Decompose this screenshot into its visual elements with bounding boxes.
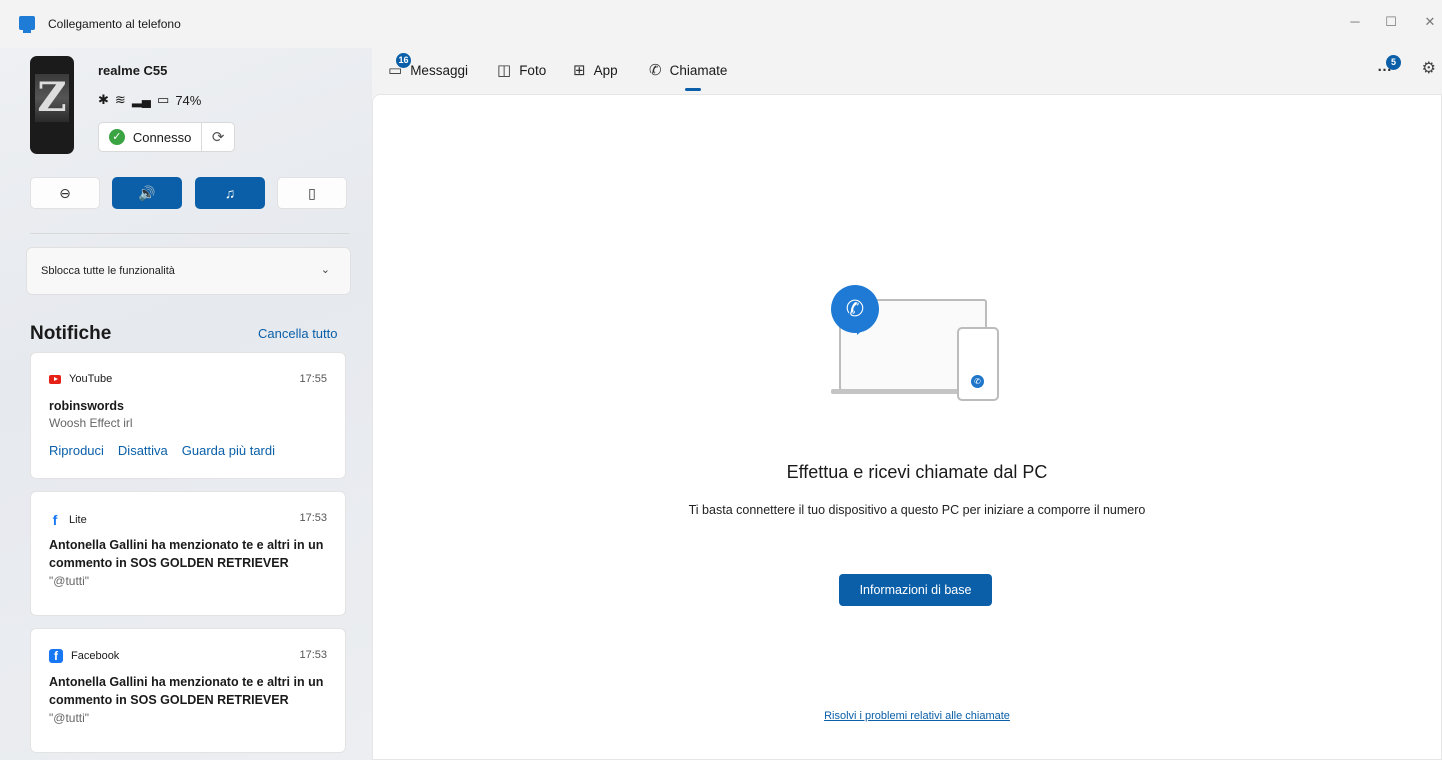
messages-icon: ▭ 16 — [388, 53, 411, 79]
tab-photos-label: Foto — [519, 62, 547, 78]
do-not-disturb-button[interactable]: ⊖ — [30, 177, 100, 209]
notification-app: f Facebook — [49, 649, 119, 663]
apps-icon: ⊞ — [573, 62, 586, 79]
phone-audio-button[interactable]: ▯ — [277, 177, 347, 209]
top-navigation: ▭ 16 Messaggi ◫ Foto ⊞ App ✆ Chiamate … … — [372, 48, 1442, 94]
notifications-heading: Notifiche — [30, 323, 112, 344]
notification-body: Woosh Effect irl — [49, 416, 133, 430]
phone-thumbnail[interactable]: Z — [30, 56, 74, 154]
facebook-icon: f — [49, 649, 63, 663]
notification-time: 17:53 — [299, 649, 327, 661]
notification-time: 17:53 — [299, 512, 327, 524]
notification-time: 17:55 — [299, 373, 327, 385]
call-bubble-icon: ✆ — [831, 285, 879, 335]
clear-all-link[interactable]: Cancella tutto — [258, 326, 338, 341]
notification-card[interactable]: f Facebook 17:53 Antonella Gallini ha me… — [30, 628, 346, 753]
photos-icon: ◫ — [497, 62, 512, 79]
notification-body: "@tutti" — [49, 574, 90, 588]
tab-photos[interactable]: ◫ Foto — [497, 61, 546, 79]
phone-illustration: ✆ — [957, 327, 999, 401]
close-button[interactable]: ✕ — [1418, 12, 1442, 32]
sidebar-divider — [30, 233, 350, 234]
unlock-features-label: Sblocca tutte le funzionalità — [41, 265, 175, 277]
youtube-icon — [49, 374, 61, 384]
sound-button[interactable]: 🔊 — [112, 177, 182, 209]
window-title: Collegamento al telefono — [48, 17, 181, 31]
play-action[interactable]: Riproduci — [49, 443, 104, 458]
signal-icon: ▂▄ — [131, 92, 152, 107]
notification-app-name: YouTube — [69, 373, 113, 385]
notification-title: Antonella Gallini ha menzionato te e alt… — [49, 538, 324, 570]
notification-body: "@tutti" — [49, 711, 90, 725]
call-dot-icon: ✆ — [971, 375, 984, 388]
calls-illustration: ✆ ✆ — [831, 285, 1003, 405]
calls-main-panel: ✆ ✆ Effettua e ricevi chiamate dal PC Ti… — [372, 94, 1442, 760]
tab-apps-label: App — [593, 62, 618, 78]
notification-app-name: Lite — [69, 514, 87, 526]
device-name: realme C55 — [98, 63, 168, 78]
facebook-lite-icon: f — [52, 512, 58, 528]
music-note-icon: ♫ — [224, 185, 236, 201]
more-badge: 5 — [1386, 55, 1401, 70]
maximize-button[interactable]: ☐ — [1379, 12, 1403, 32]
device-status-row: ✱ ≋ ▂▄ ▭ 74% — [98, 92, 201, 108]
speaker-icon: 🔊 — [138, 184, 156, 201]
minimize-button[interactable]: ─ — [1343, 12, 1367, 32]
connection-status-label: Connesso — [132, 129, 192, 145]
wifi-icon: ≋ — [114, 92, 126, 107]
notification-app: YouTube — [49, 373, 112, 385]
connection-status-pill: ✓ Connesso ⟳ — [98, 122, 235, 152]
tab-apps[interactable]: ⊞ App — [573, 61, 618, 79]
phone-wallpaper-image: Z — [35, 74, 69, 122]
bluetooth-icon: ✱ — [98, 92, 109, 107]
active-tab-indicator — [685, 88, 701, 91]
notification-app: f Lite — [49, 512, 87, 528]
battery-level: 74% — [175, 92, 202, 108]
phone-audio-icon: ▯ — [308, 184, 316, 201]
watch-later-action[interactable]: Guarda più tardi — [182, 443, 275, 458]
notification-title: robinswords — [49, 399, 125, 413]
notification-title: Antonella Gallini ha menzionato te e alt… — [49, 675, 324, 707]
get-started-button[interactable]: Informazioni di base — [839, 574, 992, 606]
phone-icon: ✆ — [649, 62, 662, 79]
messages-badge: 16 — [396, 53, 411, 68]
music-button[interactable]: ♫ — [195, 177, 265, 209]
check-icon: ✓ — [109, 129, 125, 145]
tab-calls-label: Chiamate — [669, 62, 728, 78]
calls-heading: Effettua e ricevi chiamate dal PC — [786, 462, 1048, 482]
tab-messages[interactable]: ▭ 16 Messaggi — [388, 53, 468, 79]
do-not-disturb-icon: ⊖ — [59, 184, 71, 201]
phone-link-app-icon — [19, 16, 35, 33]
title-bar: Collegamento al telefono ─ ☐ ✕ — [0, 0, 1442, 48]
notification-actions: Riproduci Disattiva Guarda più tardi — [49, 443, 275, 458]
settings-gear-icon[interactable]: ⚙ — [1422, 58, 1436, 78]
more-options-button[interactable]: … 5 — [1377, 55, 1401, 75]
battery-icon: ▭ — [157, 92, 170, 107]
mute-action[interactable]: Disattiva — [118, 443, 168, 458]
chevron-down-icon: ⌄ — [320, 264, 330, 276]
notification-card[interactable]: YouTube 17:55 robinswords Woosh Effect i… — [30, 352, 346, 479]
notification-card[interactable]: f Lite 17:53 Antonella Gallini ha menzio… — [30, 491, 346, 616]
calls-subtitle: Ti basta connettere il tuo dispositivo a… — [688, 503, 1146, 517]
troubleshoot-calls-link[interactable]: Risolvi i problemi relativi alle chiamat… — [373, 710, 1442, 722]
unlock-features-dropdown[interactable]: Sblocca tutte le funzionalità ⌄ — [26, 247, 351, 295]
tab-calls[interactable]: ✆ Chiamate — [649, 61, 727, 79]
refresh-icon[interactable]: ⟳ — [202, 128, 234, 146]
notification-app-name: Facebook — [71, 650, 120, 662]
tab-messages-label: Messaggi — [410, 62, 468, 78]
